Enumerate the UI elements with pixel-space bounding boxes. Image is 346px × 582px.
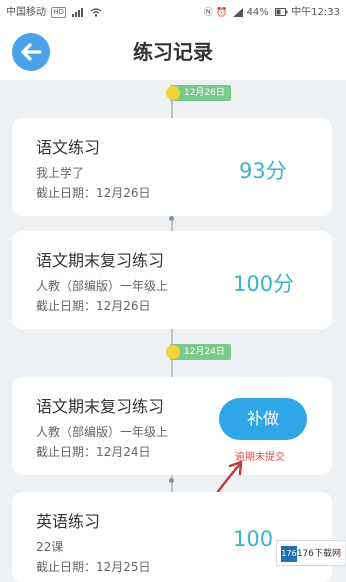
watermark-logo-icon: 176 — [281, 546, 297, 562]
app-header: 练习记录 — [0, 18, 346, 80]
record-deadline: 截止日期：12月26日 — [36, 299, 151, 313]
record-title: 语文练习 — [36, 138, 101, 157]
clock-label: 中午12:33 — [291, 7, 340, 18]
record-title: 语文期末复习练习 — [36, 397, 165, 416]
watermark-text: 176下载网 — [296, 549, 341, 559]
date-marker-icon — [166, 86, 180, 100]
record-card[interactable]: 语文期末复习练习 人教（部编版）一年级上 截止日期：12月26日 100分 — [12, 231, 332, 329]
record-deadline: 截止日期：12月24日 — [36, 445, 151, 459]
date-marker-label: 12月26日 — [184, 88, 225, 98]
record-subtitle: 人教（部编版）一年级上 — [36, 425, 169, 439]
record-card[interactable]: 英语练习 22课 截止日期：12月25日 100 — [12, 492, 332, 582]
record-deadline: 截止日期：12月26日 — [36, 186, 151, 200]
date-marker: 12月24日 — [166, 344, 231, 360]
carrier-label: 中国移动 — [6, 7, 46, 18]
makeup-button[interactable]: 补做 — [219, 398, 307, 440]
date-marker-icon — [166, 345, 180, 359]
nfc-icon: Ⓝ — [203, 8, 213, 18]
battery-icon — [274, 8, 288, 16]
site-watermark: 176 176下载网 — [276, 540, 346, 566]
page-title: 练习记录 — [133, 40, 213, 64]
record-score: 100 — [233, 527, 274, 551]
alarm-icon: ⏰ — [215, 8, 228, 18]
battery-label: 44% — [246, 7, 269, 18]
record-subtitle: 人教（部编版）一年级上 — [36, 279, 169, 293]
record-title: 语文期末复习练习 — [36, 251, 165, 270]
record-subtitle: 22课 — [36, 540, 64, 554]
date-marker: 12月26日 — [166, 85, 231, 101]
record-deadline: 截止日期：12月25日 — [36, 560, 151, 574]
record-card[interactable]: 语文练习 我上学了 截止日期：12月26日 93分 — [12, 118, 332, 216]
record-score: 93分 — [239, 159, 287, 183]
status-right: Ⓝ ⏰ 44% 中午12:33 — [204, 3, 340, 18]
date-marker-label: 12月24日 — [184, 347, 225, 357]
timeline-node — [169, 478, 174, 483]
network-badge: HD — [51, 6, 66, 18]
timeline-node — [169, 216, 174, 221]
cell-signal-icon — [233, 7, 244, 17]
record-score: 100分 — [233, 272, 295, 296]
wifi-icon — [90, 7, 102, 17]
status-bar: 中国移动 HD Ⓝ ⏰ 44% 中午12:33 — [0, 0, 346, 18]
status-left: 中国移动 HD — [6, 3, 102, 18]
signal-icon — [72, 7, 84, 17]
record-subtitle: 我上学了 — [36, 166, 85, 180]
record-title: 英语练习 — [36, 512, 101, 531]
